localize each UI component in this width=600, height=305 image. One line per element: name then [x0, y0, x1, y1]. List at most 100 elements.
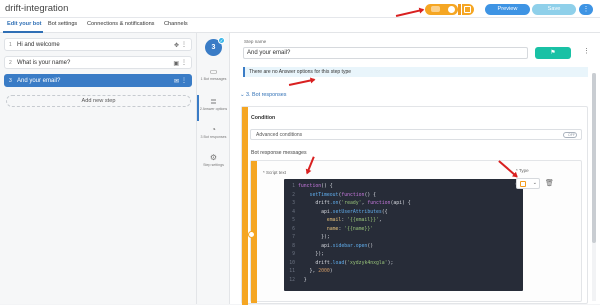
flag-button[interactable]: ⚑ — [535, 47, 571, 59]
code-line: 9 }); — [284, 251, 523, 259]
type-select[interactable]: ⌄ — [516, 178, 540, 189]
code-token: }); — [298, 235, 330, 240]
nav-label: 2 Answer options — [199, 107, 228, 111]
preview-button[interactable]: Preview — [485, 4, 530, 15]
step-label: And your email? — [17, 77, 61, 84]
advanced-conditions-row[interactable]: Advanced conditions OFF — [250, 129, 582, 140]
chevron-down-icon: ⌄ — [532, 180, 537, 186]
step-name-input[interactable]: And your email? — [243, 47, 528, 59]
line-number: 6 — [292, 226, 295, 232]
step-item-1[interactable]: 1 Hi and welcome ✥ ⋮ — [4, 38, 192, 51]
line-number: 8 — [292, 243, 295, 249]
step-label: What is your name? — [17, 59, 71, 66]
advanced-conditions-toggle[interactable]: OFF — [563, 132, 577, 138]
move-icon: ✥ — [173, 43, 179, 49]
line-number: 12 — [289, 277, 295, 283]
more-button[interactable]: ⋮ — [579, 4, 593, 15]
code-line: 5 email: '{{email}}', — [284, 217, 523, 225]
step-editor: Step name And your email? ⚑ ⋮ There are … — [230, 33, 600, 305]
line-number: 9 — [292, 252, 295, 257]
more-icon[interactable]: ⋮ — [583, 47, 590, 55]
code-token: api — [298, 243, 330, 249]
bot-response-card: Condition Advanced conditions OFF Bot re… — [241, 106, 588, 305]
info-note: There are no Answer options for this ste… — [243, 67, 588, 77]
nav-answer-options[interactable]: ≣ 2 Answer options — [197, 97, 230, 111]
script-code-editor[interactable]: ▭ 1function() {2 setTimeout(function() {… — [284, 179, 523, 291]
tab-bar: Edit your bot Bot settings Connections &… — [0, 18, 600, 33]
nav-bot-messages[interactable]: ▭ 1 Bot messages — [197, 67, 230, 81]
nav-step-settings[interactable]: ⚙ Step settings — [197, 153, 230, 167]
drag-handle[interactable] — [248, 231, 255, 238]
code-token: , — [378, 218, 382, 223]
code-token: }, — [298, 269, 319, 274]
line-number: 5 — [292, 218, 295, 223]
code-token: api — [298, 209, 330, 215]
code-line: 11 }, 2000) — [284, 268, 523, 276]
save-button[interactable]: Save — [532, 4, 576, 15]
code-line: 12 } — [284, 277, 523, 285]
advanced-conditions-label: Advanced conditions — [256, 132, 303, 138]
code-token: '{{email}}' — [347, 218, 379, 223]
line-number: 1 — [292, 184, 295, 189]
code-token: (api) { — [390, 201, 411, 206]
step-item-3[interactable]: 3 And your email? ✉ ⋮ — [4, 74, 192, 87]
image-icon: ▣ — [173, 61, 179, 67]
code-token: } — [298, 277, 307, 283]
top-bar: drift-integration Preview Save ⋮ — [0, 0, 600, 18]
line-number: 10 — [289, 260, 295, 266]
section-header-bot-responses[interactable]: ⌄ 3. Bot responses — [240, 92, 286, 98]
tab-bot-settings[interactable]: Bot settings — [48, 21, 77, 27]
code-line: 10 drift.load('xydzyk4nxgla'); — [284, 260, 523, 268]
line-number: 3 — [292, 201, 295, 206]
more-icon[interactable]: ⋮ — [181, 77, 187, 84]
nav-label: Step settings — [203, 163, 224, 167]
step-section-nav: 3 ✓ ▭ 1 Bot messages ≣ 2 Answer options … — [197, 33, 230, 304]
code-token: function — [341, 192, 365, 198]
more-icon[interactable]: ⋮ — [181, 59, 187, 66]
line-number: 4 — [292, 209, 295, 215]
code-token: .setUserAttributes — [329, 209, 382, 215]
email-icon: ✉ — [173, 79, 179, 85]
step-item-2[interactable]: 2 What is your name? ▣ ⋮ — [4, 56, 192, 69]
code-line: 6 name: '{{name}}' — [284, 226, 523, 234]
code-token: 'xydzyk4nxgla' — [347, 260, 388, 266]
document-icon — [464, 6, 471, 13]
line-number: 11 — [289, 269, 295, 274]
add-step-button[interactable]: Add new step — [6, 95, 191, 107]
code-token: name — [298, 226, 339, 232]
tab-channels[interactable]: Channels — [164, 21, 188, 27]
toggle-knob — [448, 6, 455, 13]
step-label: Hi and welcome — [17, 41, 60, 48]
code-token: drift — [298, 260, 330, 266]
nav-label: 3 Bot responses — [200, 135, 227, 139]
document-button[interactable] — [462, 4, 474, 15]
code-token: function — [298, 184, 322, 189]
nav-bot-responses[interactable]: ◔ 3 Bot responses — [197, 125, 230, 139]
code-token: '{{name}}' — [344, 226, 374, 232]
gear-icon: ⚙ — [209, 153, 218, 162]
scrollbar[interactable] — [592, 73, 596, 301]
tab-edit-your-bot[interactable]: Edit your bot — [7, 21, 42, 27]
code-line: 2 setTimeout(function() { — [284, 192, 523, 200]
script-text-label: * Script text — [263, 170, 287, 175]
code-line: 1 function() { — [284, 183, 523, 191]
scrollbar-thumb[interactable] — [592, 73, 596, 243]
code-line: 7 }); — [284, 234, 523, 242]
code-token: ({ — [381, 209, 388, 215]
code-token: () { — [364, 192, 376, 198]
check-icon: ✓ — [218, 37, 225, 44]
current-step-badge: 3 ✓ — [205, 37, 225, 56]
tab-connections[interactable]: Connections & notifications — [87, 21, 154, 27]
code-token: () { — [321, 184, 333, 189]
card-accent-bar — [242, 107, 248, 305]
step-number: 1 — [9, 42, 12, 48]
code-token: ); — [387, 260, 394, 266]
code-toggle[interactable] — [425, 4, 458, 15]
line-number: 2 — [292, 192, 295, 198]
code-token: .sidebar.open — [329, 243, 368, 249]
code-token: email — [298, 218, 342, 223]
line-number: 7 — [292, 235, 295, 240]
response-message-block: * Script text * Type ▭ 1function() {2 se… — [248, 160, 582, 303]
more-icon[interactable]: ⋮ — [181, 41, 187, 48]
trash-icon[interactable]: 🗑 — [545, 179, 554, 187]
